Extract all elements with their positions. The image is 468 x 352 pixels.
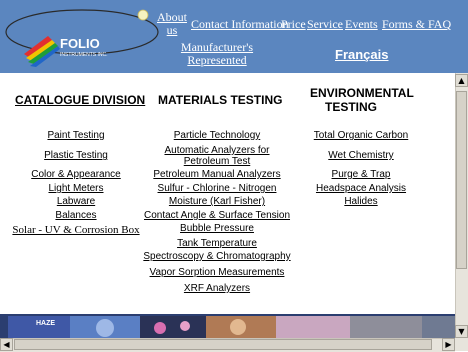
language-link[interactable]: Français [335, 47, 388, 62]
catalogue-item-solar[interactable]: Solar - UV & Corrosion Box [2, 224, 150, 236]
materials-item-spectroscopy[interactable]: Spectroscopy & Chromatography [142, 251, 292, 262]
materials-item-contact-angle[interactable]: Contact Angle & Surface Tension [142, 210, 292, 221]
heading-materials: MATERIALS TESTING [158, 93, 283, 107]
nav-contact[interactable]: Contact Information [191, 17, 289, 32]
nav-about[interactable]: About us [156, 11, 188, 37]
logo-subtitle: INSTRUMENTS INC. [60, 52, 108, 58]
nav-service[interactable]: Service [307, 17, 343, 32]
materials-item-vapor[interactable]: Vapor Sorption Measurements [142, 267, 292, 278]
folio-logo[interactable]: FOLIO INSTRUMENTS INC. [2, 2, 162, 70]
scroll-down-arrow-icon[interactable]: ▼ [455, 325, 468, 338]
banner-label: HAZE [36, 320, 55, 327]
heading-catalogue[interactable]: CATALOGUE DIVISION [15, 93, 145, 107]
scroll-right-arrow-icon[interactable]: ▶ [442, 338, 455, 351]
nav-forms-faq[interactable]: Forms & FAQ [382, 17, 451, 32]
materials-item-tank[interactable]: Tank Temperature [142, 238, 292, 249]
nav-manufacturers[interactable]: Manufacturer's Represented [176, 41, 258, 67]
scroll-left-arrow-icon[interactable]: ◀ [0, 338, 13, 351]
folio-logo-graphic: FOLIO INSTRUMENTS INC. [5, 9, 159, 67]
scrollbar-corner [455, 338, 468, 351]
materials-item-bubble[interactable]: Bubble Pressure [142, 223, 292, 234]
env-item-headspace[interactable]: Headspace Analysis [302, 183, 420, 194]
catalogue-item-light-meters[interactable]: Light Meters [2, 183, 150, 194]
nav-price[interactable]: Price [281, 17, 306, 32]
vertical-scroll-thumb[interactable] [456, 91, 467, 269]
scroll-up-arrow-icon[interactable]: ▲ [455, 74, 468, 87]
photo-banner[interactable]: HAZE [0, 314, 455, 338]
materials-item-sulfur[interactable]: Sulfur - Chlorine - Nitrogen [142, 183, 292, 194]
horizontal-scroll-thumb[interactable] [14, 339, 432, 350]
catalogue-item-plastic[interactable]: Plastic Testing [2, 150, 150, 161]
logo-name: FOLIO [60, 36, 100, 51]
materials-item-moisture[interactable]: Moisture (Karl Fisher) [142, 196, 292, 207]
heading-environmental: ENVIRONMENTAL TESTING [310, 86, 414, 114]
nav-events[interactable]: Events [345, 17, 378, 32]
catalogue-item-balances[interactable]: Balances [2, 210, 150, 221]
catalogue-list: Paint Testing Plastic Testing Color & Ap… [2, 130, 150, 240]
environmental-list: Total Organic Carbon Wet Chemistry Purge… [302, 130, 420, 210]
env-item-toc[interactable]: Total Organic Carbon [302, 130, 420, 141]
materials-item-petroleum-manual[interactable]: Petroleum Manual Analyzers [142, 169, 292, 180]
env-item-wet-chemistry[interactable]: Wet Chemistry [302, 150, 420, 161]
materials-item-petroleum-auto[interactable]: Automatic Analyzers for Petroleum Test [142, 145, 292, 167]
catalogue-item-color[interactable]: Color & Appearance [2, 169, 150, 180]
materials-item-xrf[interactable]: XRF Analyzers [142, 283, 292, 294]
materials-item-particle[interactable]: Particle Technology [142, 130, 292, 141]
catalogue-item-labware[interactable]: Labware [2, 196, 150, 207]
catalogue-item-paint[interactable]: Paint Testing [2, 130, 150, 141]
env-item-halides[interactable]: Halides [302, 196, 420, 207]
env-item-purge-trap[interactable]: Purge & Trap [302, 169, 420, 180]
banner-images: HAZE [0, 314, 455, 338]
materials-list: Particle Technology Automatic Analyzers … [142, 130, 292, 300]
